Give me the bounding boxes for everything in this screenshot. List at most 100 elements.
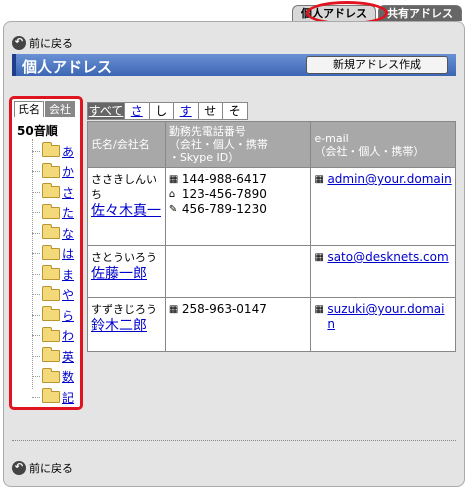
address-table: 氏名/会社名 勤務先電話番号 （会社・個人・携帯 ・Skype ID） e-ma… <box>87 121 456 352</box>
separator <box>12 440 456 441</box>
folder-icon <box>42 224 60 240</box>
tree-list: あ か さ た な は ま や ら わ 英 数 記 <box>32 141 74 408</box>
kana-tab-su[interactable]: す <box>174 102 199 120</box>
back-link-top[interactable]: ↶ 前に戻る <box>12 35 73 51</box>
folder-icon <box>42 388 60 404</box>
kana-filter-tabs: すべて さ し す せ そ <box>87 102 248 120</box>
folder-icon <box>42 265 60 281</box>
left-tabs: 氏名 会社 <box>14 101 75 117</box>
name-cell: ささきしんいち 佐々木真一 <box>87 167 166 246</box>
back-arrow-icon: ↶ <box>12 36 26 50</box>
table-row: すずきじろう 鈴木二郎 ▦ 258-963-0147 ▦ suzuki@your.d… <box>87 297 456 352</box>
tree-dash <box>32 171 40 173</box>
email-line: ▦ admin@your.domain <box>314 172 452 187</box>
tree-label[interactable]: な <box>62 225 74 242</box>
tab-shared-address[interactable]: 共有アドレス <box>378 5 462 21</box>
folder-icon <box>42 203 60 219</box>
folder-icon <box>42 285 60 301</box>
tree-item-na[interactable]: な <box>32 223 74 244</box>
tree-item-ka[interactable]: か <box>32 162 74 183</box>
back-arrow-icon: ↶ <box>12 461 26 475</box>
tree-item-ta[interactable]: た <box>32 203 74 224</box>
back-link-bottom[interactable]: ↶ 前に戻る <box>12 460 73 476</box>
back-label: 前に戻る <box>29 37 73 50</box>
header-name: 氏名/会社名 <box>87 121 166 168</box>
tree-item-ra[interactable]: ら <box>32 305 74 326</box>
email-link[interactable]: sato@desknets.com <box>327 250 448 265</box>
title-bar: 個人アドレス 新規アドレス作成 <box>12 54 456 76</box>
email-line: ▦ sato@desknets.com <box>314 250 452 265</box>
kana-tab-so: そ <box>223 102 248 120</box>
tree-dash <box>32 150 40 152</box>
tab-personal-address[interactable]: 個人アドレス <box>292 5 376 21</box>
tree-label[interactable]: か <box>62 163 74 180</box>
phone-cell: ▦ 258-963-0147 <box>164 297 312 352</box>
new-address-button[interactable]: 新規アドレス作成 <box>306 56 448 74</box>
tree-label[interactable]: や <box>62 286 74 303</box>
tree-label[interactable]: ら <box>62 307 74 324</box>
table-row: さとういろう 佐藤一郎 ▦ sato@desknets.com <box>87 245 456 298</box>
tree-item-ma[interactable]: ま <box>32 264 74 285</box>
email-link[interactable]: admin@your.domain <box>327 172 451 187</box>
kana-tab-sa[interactable]: さ <box>125 102 150 120</box>
name-kana: さとういろう <box>91 251 157 264</box>
name-link[interactable]: 佐々木真一 <box>91 202 162 220</box>
tab-name[interactable]: 氏名 <box>14 101 44 117</box>
tree-label[interactable]: 英 <box>62 348 74 365</box>
name-link[interactable]: 鈴木二郎 <box>91 317 162 335</box>
email-cell: ▦ admin@your.domain <box>310 167 456 246</box>
tree-dash <box>32 273 40 275</box>
tree-dash <box>32 253 40 255</box>
phone-line: ⌂ 123-456-7890 <box>169 187 308 202</box>
tree-label[interactable]: 数 <box>62 368 74 385</box>
phone-line: ▦ 258-963-0147 <box>169 302 308 317</box>
tree-item-ei[interactable]: 英 <box>32 346 74 367</box>
tree-label[interactable]: わ <box>62 327 74 344</box>
tree-label[interactable]: は <box>62 245 74 262</box>
tree-item-su[interactable]: 数 <box>32 367 74 388</box>
phone-value: 258-963-0147 <box>181 302 267 316</box>
home-icon: ⌂ <box>168 189 176 200</box>
tree-label[interactable]: 記 <box>62 389 74 406</box>
tree-dash <box>32 335 40 337</box>
building-icon: ▦ <box>168 174 179 185</box>
tree-dash <box>32 376 40 378</box>
folder-icon <box>42 306 60 322</box>
phone-line: ✎ 456-789-1230 <box>169 202 308 217</box>
tree-root[interactable]: 50音順 <box>17 122 58 139</box>
tree-item-ya[interactable]: や <box>32 285 74 306</box>
title-accent <box>12 54 16 76</box>
header-email: e-mail （会社・個人・携帯） <box>310 121 456 168</box>
folder-icon <box>42 367 60 383</box>
kana-tab-all[interactable]: すべて <box>87 102 125 120</box>
table-row: ささきしんいち 佐々木真一 ▦ 144-988-6417 ⌂ 123-456-789… <box>87 167 456 246</box>
mobile-icon: ✎ <box>168 204 178 215</box>
top-tabs: 個人アドレス 共有アドレス <box>292 3 462 21</box>
tree-label[interactable]: た <box>62 204 74 221</box>
phone-cell <box>164 245 312 298</box>
tree-item-wa[interactable]: わ <box>32 326 74 347</box>
name-link[interactable]: 佐藤一郎 <box>91 265 162 283</box>
tree-item-ki[interactable]: 記 <box>32 387 74 408</box>
building-icon: ▦ <box>314 252 324 263</box>
phone-value: 456-789-1230 <box>181 202 267 216</box>
name-kana: すずきじろう <box>91 303 157 316</box>
email-link[interactable]: suzuki@your.domain <box>327 302 452 332</box>
name-cell: すずきじろう 鈴木二郎 <box>87 297 166 352</box>
tree-label[interactable]: あ <box>62 143 74 160</box>
folder-icon <box>42 347 60 363</box>
tree-label[interactable]: さ <box>62 184 74 201</box>
back-label: 前に戻る <box>29 462 73 475</box>
tree-label[interactable]: ま <box>62 266 74 283</box>
folder-icon <box>42 244 60 260</box>
building-icon: ▦ <box>314 304 324 315</box>
tree-dash <box>32 191 40 193</box>
name-cell: さとういろう 佐藤一郎 <box>87 245 166 298</box>
tree-dash <box>32 396 40 398</box>
tree-item-ha[interactable]: は <box>32 244 74 265</box>
tree-item-a[interactable]: あ <box>32 141 74 162</box>
phone-cell: ▦ 144-988-6417 ⌂ 123-456-7890 ✎ 456-789-123… <box>164 167 312 246</box>
tab-company[interactable]: 会社 <box>45 101 75 117</box>
kana-tab-shi: し <box>149 102 174 120</box>
tree-item-sa[interactable]: さ <box>32 182 74 203</box>
